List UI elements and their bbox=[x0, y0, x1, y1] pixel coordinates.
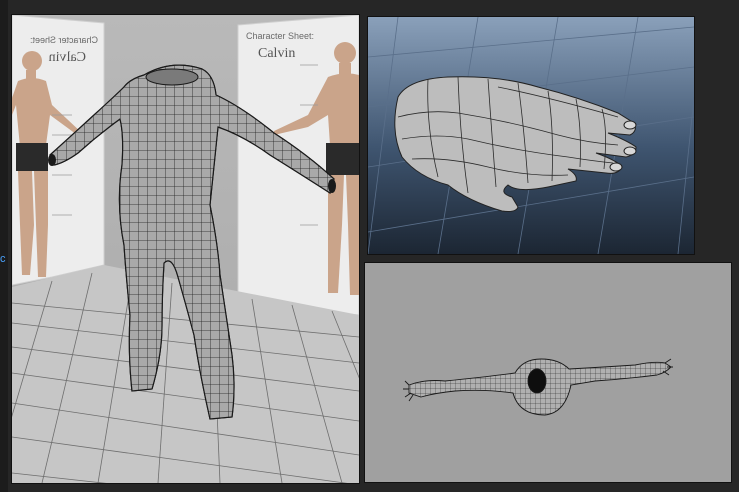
sheet-title-right: Character Sheet: bbox=[246, 31, 314, 41]
left-edge-strip bbox=[0, 0, 8, 492]
viewport-perspective-body[interactable]: Character Sheet: Calvin Character Sheet:… bbox=[11, 14, 360, 484]
sheet-name-right: Calvin bbox=[258, 46, 295, 61]
viewport-perspective-hand[interactable] bbox=[367, 16, 695, 255]
edge-cue-text: c bbox=[0, 253, 6, 265]
sheet-title-left: Character Sheet: bbox=[30, 35, 98, 45]
sheet-name-left: Calvin bbox=[49, 50, 86, 65]
viewport-top-view-body[interactable] bbox=[364, 262, 732, 483]
